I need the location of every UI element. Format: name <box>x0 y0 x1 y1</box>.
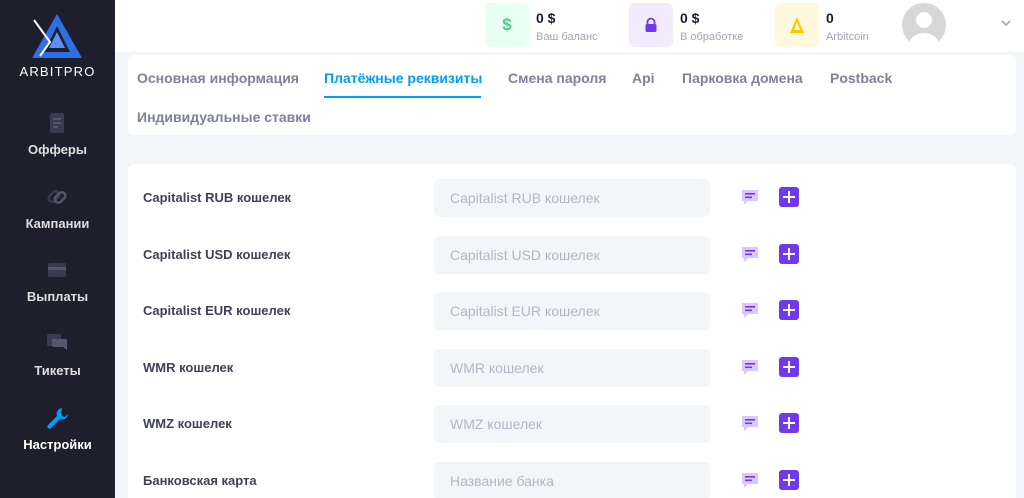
form-row-wmr: WMR кошелек <box>128 349 1016 387</box>
comment-icon[interactable] <box>740 300 760 320</box>
link-icon <box>47 189 67 205</box>
lock-icon <box>629 3 673 47</box>
top-header: $ 0 $ Ваш баланс 0 $ В обработке 0 Arbit… <box>115 0 1024 52</box>
wmz-input[interactable] <box>434 405 710 443</box>
tab-payment-details[interactable]: Платёжные реквизиты <box>324 70 482 86</box>
balance-value: 0 $ <box>536 10 556 26</box>
offers-icon <box>50 113 64 133</box>
field-label: Capitalist RUB кошелек <box>143 190 292 205</box>
plus-icon[interactable] <box>779 244 799 264</box>
tab-individual-rates[interactable]: Индивидуальные ставки <box>137 109 311 125</box>
sidebar-item-label: Настройки <box>23 437 92 452</box>
capitalist-eur-input[interactable] <box>434 292 710 330</box>
tab-domain-parking[interactable]: Парковка домена <box>682 70 803 86</box>
processing-value: 0 $ <box>680 10 700 26</box>
plus-icon[interactable] <box>779 300 799 320</box>
field-label: WMZ кошелек <box>143 416 232 431</box>
tickets-icon <box>47 334 67 350</box>
coin-icon <box>775 3 819 47</box>
arbitcoin-value: 0 <box>826 10 834 26</box>
field-label: WMR кошелек <box>143 360 234 375</box>
form-row-capitalist-rub: Capitalist RUB кошелек <box>128 179 1016 217</box>
brand-logo[interactable]: ARBITPRO <box>0 0 115 90</box>
sidebar-item-campaigns[interactable]: Кампании <box>0 184 115 256</box>
sidebar-item-label: Выплаты <box>26 289 89 304</box>
plus-icon[interactable] <box>779 357 799 377</box>
tab-change-password[interactable]: Смена пароля <box>508 70 606 86</box>
field-label: Банковская карта <box>143 473 257 488</box>
balance-caption: Ваш баланс <box>536 31 598 43</box>
sidebar-item-label: Кампании <box>25 216 90 231</box>
bank-name-input[interactable] <box>434 462 710 498</box>
dollar-icon: $ <box>485 3 529 47</box>
sidebar-item-payouts[interactable]: Выплаты <box>0 257 115 329</box>
form-row-capitalist-eur: Capitalist EUR кошелек <box>128 292 1016 330</box>
active-tab-indicator <box>324 96 481 98</box>
wrench-icon <box>47 408 68 429</box>
settings-tabs: Основная информация Платёжные реквизиты … <box>128 55 1016 135</box>
payouts-icon <box>48 263 66 277</box>
sidebar-item-settings[interactable]: Настройки <box>0 405 115 477</box>
field-label: Capitalist USD кошелек <box>143 247 291 262</box>
tab-postback[interactable]: Postback <box>830 70 892 86</box>
sidebar-item-offers[interactable]: Офферы <box>0 110 115 182</box>
form-row-bank-card: Банковская карта <box>128 462 1016 498</box>
form-row-wmz: WMZ кошелек <box>128 405 1016 443</box>
sidebar-item-label: Офферы <box>28 142 87 157</box>
sidebar-item-tickets[interactable]: Тикеты <box>0 331 115 403</box>
capitalist-rub-input[interactable] <box>434 179 710 217</box>
plus-icon[interactable] <box>779 470 799 490</box>
sidebar: ARBITPRO Офферы Кампании Выплаты Тикеты <box>0 0 115 498</box>
brand-logo-icon <box>32 14 82 58</box>
field-label: Capitalist EUR кошелек <box>143 303 291 318</box>
comment-icon[interactable] <box>740 244 760 264</box>
user-avatar-icon[interactable] <box>902 3 946 47</box>
wmr-input[interactable] <box>434 349 710 387</box>
tab-basic-info[interactable]: Основная информация <box>137 70 299 86</box>
plus-icon[interactable] <box>779 187 799 207</box>
processing-caption: В обработке <box>680 31 744 43</box>
plus-icon[interactable] <box>779 413 799 433</box>
payment-details-form: Capitalist RUB кошелек Capitalist USD ко… <box>128 164 1016 498</box>
tab-api[interactable]: Api <box>632 70 655 86</box>
comment-icon[interactable] <box>740 413 760 433</box>
comment-icon[interactable] <box>740 357 760 377</box>
sidebar-item-label: Тикеты <box>34 363 81 378</box>
brand-name: ARBITPRO <box>19 64 96 79</box>
capitalist-usd-input[interactable] <box>434 236 710 274</box>
arbitcoin-caption: Arbitcoin <box>826 31 869 43</box>
comment-icon[interactable] <box>740 470 760 490</box>
form-row-capitalist-usd: Capitalist USD кошелек <box>128 236 1016 274</box>
chevron-down-icon[interactable] <box>999 16 1013 30</box>
comment-icon[interactable] <box>740 187 760 207</box>
